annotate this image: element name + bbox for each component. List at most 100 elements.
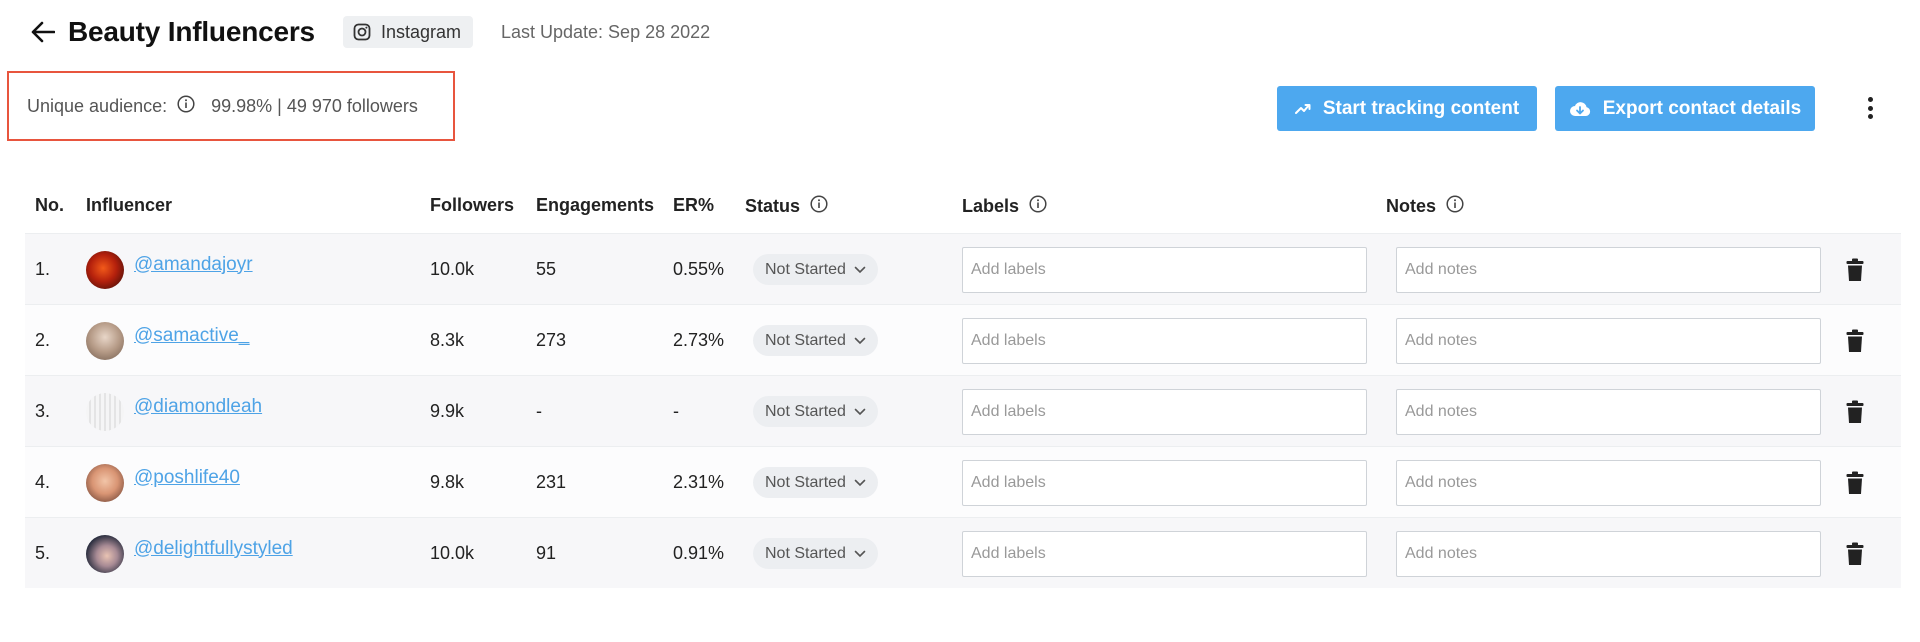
col-er: ER% [673, 195, 715, 215]
notes-cell [1396, 447, 1821, 518]
row-number: 4. [35, 472, 51, 492]
followers-value: 9.8k [430, 472, 465, 492]
engagements-value: - [536, 401, 542, 421]
er-value: 2.31% [673, 472, 725, 492]
influencer-cell: @poshlife40 [86, 447, 240, 518]
table-row: 1. @amandajoyr 10.0k 55 0.55% Not Starte… [25, 233, 1901, 304]
col-status-label: Status [745, 196, 801, 216]
trash-icon[interactable] [1843, 539, 1867, 569]
notes-input[interactable] [1396, 246, 1821, 293]
chevron-down-icon [854, 266, 866, 274]
influencer-handle-link[interactable]: @samactive_ [134, 325, 249, 347]
avatar[interactable] [86, 250, 124, 289]
row-number: 5. [35, 543, 51, 563]
status-label: Not Started [765, 402, 846, 420]
labels-input[interactable] [962, 530, 1367, 577]
table-header: No. Influencer Followers Engagements ER%… [25, 183, 1901, 233]
labels-cell [962, 447, 1367, 518]
unique-audience-label: Unique audience: [27, 95, 168, 116]
row-number: 3. [35, 401, 51, 421]
influencer-cell: @diamondleah [86, 376, 262, 447]
notes-cell [1396, 376, 1821, 447]
delete-cell [1843, 518, 1867, 589]
influencer-table: No. Influencer Followers Engagements ER%… [25, 183, 1901, 588]
platform-badge[interactable]: Instagram [342, 16, 473, 48]
status-cell: Not Started [753, 305, 878, 376]
trash-icon[interactable] [1843, 468, 1867, 498]
start-tracking-button[interactable]: Start tracking content [1277, 86, 1537, 131]
followers-value: 9.9k [430, 401, 465, 421]
instagram-icon [353, 23, 371, 41]
page-title: Beauty Influencers [68, 16, 315, 47]
table-row: 3. @diamondleah 9.9k - - Not Started [25, 375, 1901, 446]
followers-value: 10.0k [430, 543, 475, 563]
trash-icon[interactable] [1843, 397, 1867, 427]
status-dropdown[interactable]: Not Started [753, 396, 878, 427]
avatar[interactable] [86, 392, 124, 431]
last-update-text: Last Update: Sep 28 2022 [500, 21, 711, 42]
info-icon[interactable] [1029, 195, 1047, 218]
export-contact-button[interactable]: Export contact details [1555, 86, 1815, 131]
notes-cell [1396, 305, 1821, 376]
avatar[interactable] [86, 534, 124, 573]
notes-input[interactable] [1396, 388, 1821, 435]
unique-audience-value: 99.98% | 49 970 followers [211, 95, 418, 116]
back-arrow-icon[interactable] [28, 17, 58, 47]
info-icon[interactable] [177, 94, 195, 118]
trash-icon[interactable] [1843, 255, 1867, 285]
labels-input[interactable] [962, 317, 1367, 364]
more-options-icon[interactable] [1858, 94, 1882, 122]
trending-up-icon [1294, 103, 1311, 115]
table-row: 5. @delightfullystyled 10.0k 91 0.91% No… [25, 517, 1901, 588]
table-row: 2. @samactive_ 8.3k 273 2.73% Not Starte… [25, 304, 1901, 375]
col-labels: Labels [962, 195, 1047, 218]
col-no: No. [35, 195, 64, 215]
labels-cell [962, 518, 1367, 589]
avatar[interactable] [86, 463, 124, 502]
influencer-handle-link[interactable]: @delightfullystyled [134, 538, 293, 560]
status-dropdown[interactable]: Not Started [753, 467, 878, 498]
status-dropdown[interactable]: Not Started [753, 538, 878, 569]
labels-cell [962, 305, 1367, 376]
labels-cell [962, 234, 1367, 305]
influencer-cell: @delightfullystyled [86, 518, 293, 589]
delete-cell [1843, 234, 1867, 305]
trash-icon[interactable] [1843, 326, 1867, 356]
status-label: Not Started [765, 544, 846, 562]
status-dropdown[interactable]: Not Started [753, 325, 878, 356]
influencer-cell: @amandajoyr [86, 234, 253, 305]
engagements-value: 273 [536, 330, 567, 350]
followers-value: 8.3k [430, 330, 465, 350]
delete-cell [1843, 305, 1867, 376]
info-icon[interactable] [1446, 195, 1464, 218]
start-tracking-label: Start tracking content [1322, 97, 1520, 119]
status-label: Not Started [765, 473, 846, 491]
col-influencer: Influencer [86, 195, 173, 215]
notes-input[interactable] [1396, 530, 1821, 577]
chevron-down-icon [854, 550, 866, 558]
labels-input[interactable] [962, 246, 1367, 293]
status-cell: Not Started [753, 518, 878, 589]
status-cell: Not Started [753, 447, 878, 518]
labels-input[interactable] [962, 459, 1367, 506]
row-number: 1. [35, 259, 51, 279]
labels-input[interactable] [962, 388, 1367, 435]
delete-cell [1843, 376, 1867, 447]
status-dropdown[interactable]: Not Started [753, 254, 878, 285]
influencer-handle-link[interactable]: @diamondleah [134, 396, 262, 418]
engagements-value: 231 [536, 472, 567, 492]
col-notes: Notes [1386, 195, 1464, 218]
table-row: 4. @poshlife40 9.8k 231 2.31% Not Starte… [25, 446, 1901, 517]
col-engagements: Engagements [536, 195, 655, 215]
status-cell: Not Started [753, 234, 878, 305]
influencer-handle-link[interactable]: @poshlife40 [134, 467, 240, 489]
notes-input[interactable] [1396, 459, 1821, 506]
status-cell: Not Started [753, 376, 878, 447]
avatar[interactable] [86, 321, 124, 360]
influencer-handle-link[interactable]: @amandajoyr [134, 254, 253, 276]
notes-cell [1396, 518, 1821, 589]
chevron-down-icon [854, 337, 866, 345]
er-value: 0.55% [673, 259, 725, 279]
info-icon[interactable] [810, 195, 828, 218]
notes-input[interactable] [1396, 317, 1821, 364]
